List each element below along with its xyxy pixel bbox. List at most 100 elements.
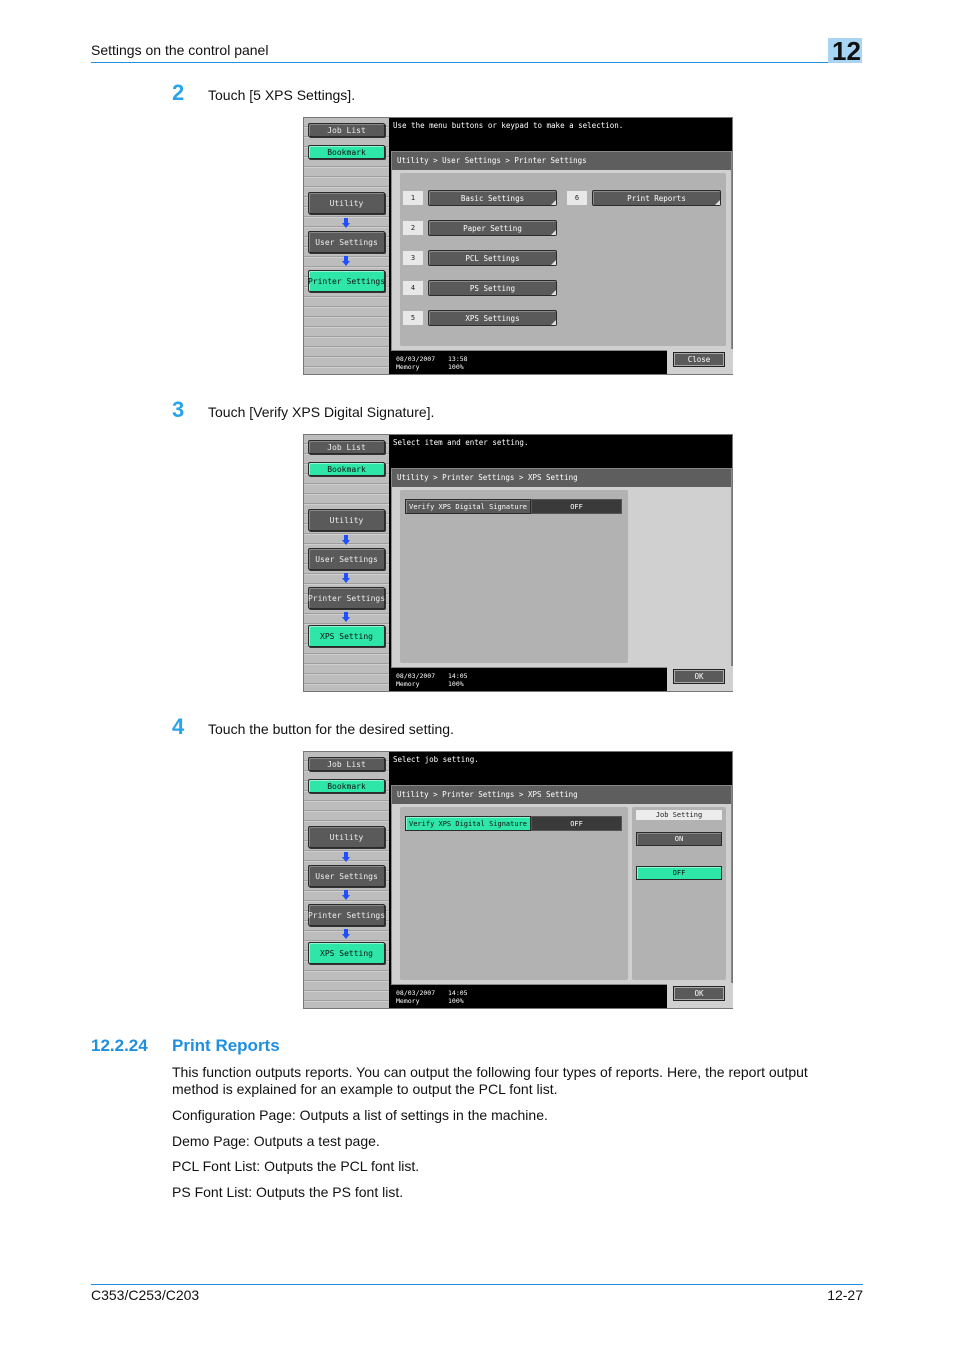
status-bar: 08/03/2007 14:05 Memory 100% (391, 986, 667, 1008)
chapter-number: 12 (832, 36, 861, 66)
sidebar: Job List Bookmark Utility User Settings … (304, 118, 389, 374)
nav-user-settings[interactable]: User Settings (308, 865, 385, 887)
running-header: Settings on the control panel (91, 42, 269, 58)
footer-model: C353/C253/C203 (91, 1287, 200, 1303)
arrow-down-icon (342, 929, 350, 939)
arrow-down-icon (342, 890, 350, 900)
status-bar: 08/03/2007 14:05 Memory 100% (391, 669, 667, 691)
report-type-pcl-font: PCL Font List: Outputs the PCL font list… (172, 1158, 420, 1174)
action-area: OK (667, 666, 733, 691)
nav-xps-setting[interactable]: XPS Setting (308, 942, 385, 964)
button-label: Basic Settings (460, 193, 525, 203)
ok-button[interactable]: OK (673, 669, 725, 684)
basic-settings-button[interactable]: Basic Settings (428, 190, 557, 206)
settings-list: Verify XPS Digital Signature OFF (400, 490, 628, 663)
section-number: 12.2.24 (91, 1036, 148, 1055)
sidebar: Job List Bookmark Utility User Settings … (304, 435, 389, 691)
nav-user-settings[interactable]: User Settings (308, 548, 385, 570)
ok-button[interactable]: OK (673, 986, 725, 1001)
nav-user-settings[interactable]: User Settings (308, 231, 385, 253)
screen-message: Select job setting. (393, 755, 479, 764)
verify-xps-signature-row[interactable]: Verify XPS Digital Signature OFF (405, 499, 623, 514)
menu-number: 4 (403, 281, 423, 295)
content-frame: Utility > Printer Settings > XPS Setting… (391, 468, 732, 668)
menu-number: 5 (403, 311, 423, 325)
option-on-button[interactable]: ON (636, 832, 722, 846)
job-setting-title: Job Setting (636, 810, 722, 820)
menu-number: 3 (403, 251, 423, 265)
nav-utility[interactable]: Utility (308, 509, 385, 531)
step-text: Touch [5 XPS Settings]. (208, 87, 356, 103)
nav-utility[interactable]: Utility (308, 192, 385, 214)
menu-number: 2 (403, 221, 423, 235)
button-label: Print Reports (627, 193, 686, 203)
breadcrumb: Utility > Printer Settings > XPS Setting (392, 786, 731, 804)
control-panel-screen-xps-setting: Job List Bookmark Utility User Settings … (303, 434, 733, 692)
control-panel-screen-job-setting: Job List Bookmark Utility User Settings … (303, 751, 733, 1009)
report-type-ps-font: PS Font List: Outputs the PS font list. (172, 1184, 404, 1200)
arrow-down-icon (342, 535, 350, 545)
status-bar: 08/03/2007 13:58 Memory 100% (391, 352, 667, 374)
button-label: PS Setting (469, 283, 516, 293)
status-date: 08/03/2007 (396, 355, 436, 363)
verify-xps-signature-row[interactable]: Verify XPS Digital Signature OFF (405, 816, 623, 831)
button-label: PCL Settings (465, 253, 520, 263)
nav-printer-settings[interactable]: Printer Settings (308, 904, 385, 926)
nav-utility[interactable]: Utility (308, 826, 385, 848)
bookmark-button[interactable]: Bookmark (308, 462, 385, 476)
memory-label: Memory (396, 680, 420, 688)
verify-xps-signature-button[interactable]: Verify XPS Digital Signature (405, 816, 532, 831)
arrow-down-icon (342, 218, 350, 228)
ps-setting-button[interactable]: PS Setting (428, 280, 557, 296)
status-time: 13:58 (448, 355, 468, 363)
status-time: 14:05 (448, 672, 468, 680)
report-type-configuration: Configuration Page: Outputs a list of se… (172, 1107, 548, 1123)
breadcrumb: Utility > Printer Settings > XPS Setting (392, 469, 731, 487)
pcl-settings-button[interactable]: PCL Settings (428, 250, 557, 266)
job-list-button[interactable]: Job List (308, 757, 385, 771)
screen-message: Select item and enter setting. (393, 438, 529, 447)
corner-icon (715, 200, 720, 205)
option-off-button[interactable]: OFF (636, 866, 722, 880)
header-rule (91, 62, 836, 63)
paper-setting-button[interactable]: Paper Setting (428, 220, 557, 236)
button-label: Paper Setting (463, 223, 522, 233)
section-title: Print Reports (172, 1036, 280, 1055)
bookmark-button[interactable]: Bookmark (308, 145, 385, 159)
print-reports-button[interactable]: Print Reports (592, 190, 721, 206)
memory-value: 100% (448, 363, 464, 371)
verify-xps-signature-button[interactable]: Verify XPS Digital Signature (405, 499, 532, 514)
job-list-button[interactable]: Job List (308, 440, 385, 454)
setting-value: OFF (531, 816, 623, 831)
content-frame: Utility > Printer Settings > XPS Setting… (391, 785, 732, 985)
corner-icon (551, 200, 556, 205)
job-list-button[interactable]: Job List (308, 123, 385, 137)
setting-value: OFF (531, 499, 623, 514)
footer-page-number: 12-27 (827, 1287, 863, 1303)
memory-value: 100% (448, 997, 464, 1005)
bookmark-button[interactable]: Bookmark (308, 779, 385, 793)
xps-settings-button[interactable]: XPS Settings (428, 310, 557, 326)
memory-value: 100% (448, 680, 464, 688)
arrow-down-icon (342, 256, 350, 266)
arrow-down-icon (342, 573, 350, 583)
nav-printer-settings[interactable]: Printer Settings (308, 270, 385, 292)
status-date: 08/03/2007 (396, 989, 436, 997)
report-type-demo: Demo Page: Outputs a test page. (172, 1133, 380, 1149)
action-area: OK (667, 983, 733, 1008)
status-time: 14:05 (448, 989, 468, 997)
nav-printer-settings[interactable]: Printer Settings (308, 587, 385, 609)
close-button[interactable]: Close (673, 352, 725, 367)
corner-icon (551, 230, 556, 235)
footer-rule (91, 1284, 863, 1285)
step-number: 4 (172, 714, 185, 739)
memory-label: Memory (396, 363, 420, 371)
control-panel-screen-printer-settings: Job List Bookmark Utility User Settings … (303, 117, 733, 375)
arrow-down-icon (342, 852, 350, 862)
menu-number: 6 (567, 191, 587, 205)
corner-icon (551, 320, 556, 325)
nav-xps-setting[interactable]: XPS Setting (308, 625, 385, 647)
action-area: Close (667, 349, 733, 374)
section-paragraph: This function outputs reports. You can o… (172, 1064, 808, 1097)
status-date: 08/03/2007 (396, 672, 436, 680)
